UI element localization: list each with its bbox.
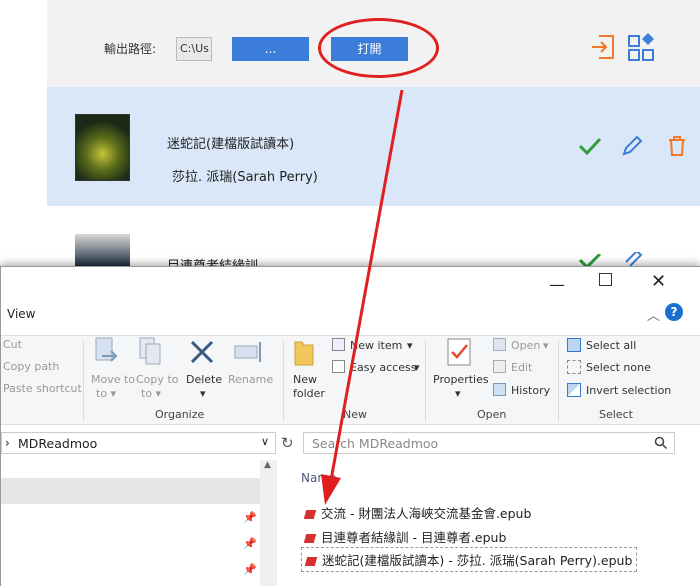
app-window: 輸出路徑: C:\Us ... 打開 迷蛇記(建檔版試讀本) 莎拉. 派瑞(Sa… [0,0,700,586]
annotation-arrow [321,89,404,505]
